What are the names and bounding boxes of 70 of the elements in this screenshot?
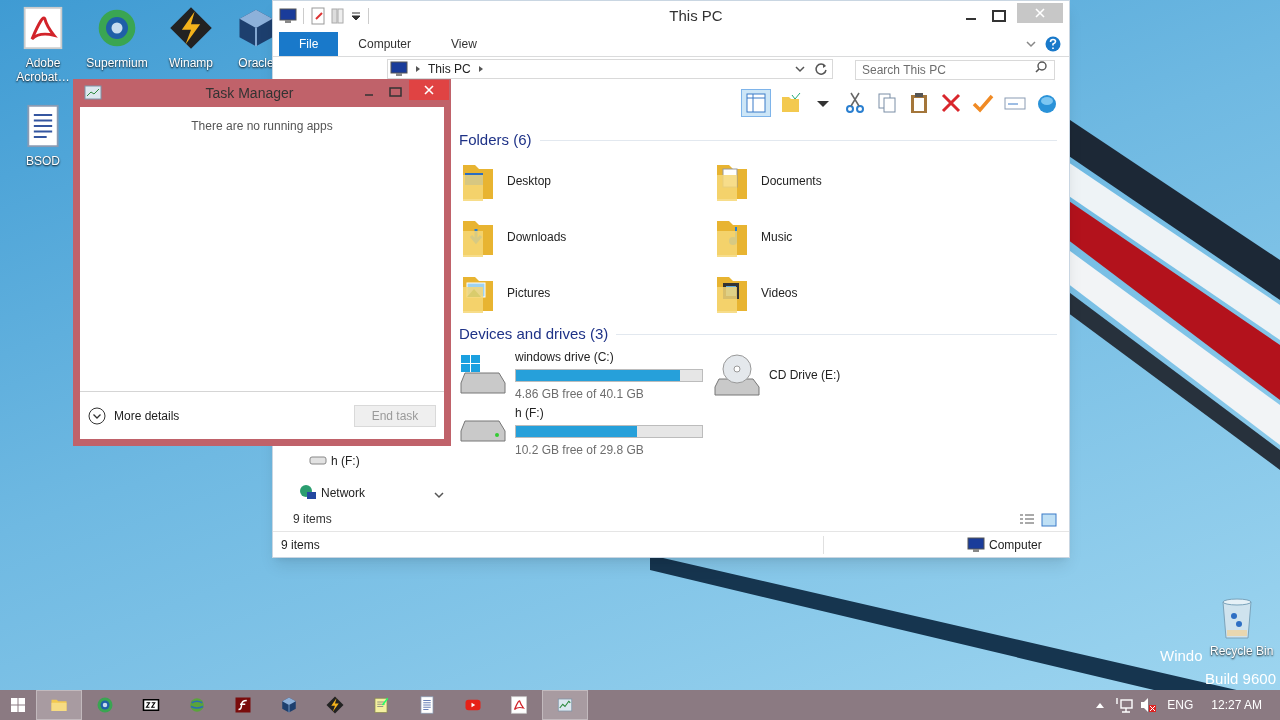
breadcrumb-arrow-icon [414, 65, 422, 73]
computer-icon [279, 8, 297, 24]
details-view-icon[interactable] [1019, 513, 1035, 527]
folder-name[interactable]: Documents [761, 172, 822, 190]
folder-name[interactable]: Pictures [507, 284, 551, 302]
document-icon [418, 696, 436, 714]
os-edition-text: Windo [1160, 647, 1203, 665]
item-count: 9 items [292, 511, 333, 528]
ribbon-tab[interactable]: Computer [338, 31, 432, 56]
window-title: This PC [668, 5, 724, 26]
drive-free-space: 4.86 GB free of 40.1 GB [515, 385, 645, 403]
cube-icon [280, 696, 298, 714]
close-icon [1035, 8, 1045, 18]
drive-name[interactable]: windows drive (C:) [515, 347, 703, 366]
ribbon-tab[interactable]: View [431, 31, 497, 56]
os-build-text: Build 9600 [1205, 670, 1276, 688]
empty-state-message: There are no running apps [191, 118, 333, 133]
folder-name[interactable]: Videos [761, 284, 798, 302]
chart-window-icon [84, 85, 102, 101]
search-field[interactable]: Search This PC [855, 60, 1055, 80]
breadcrumb-arrow-icon [476, 65, 485, 73]
network-icon[interactable] [1115, 696, 1134, 714]
cd-drive-icon [713, 353, 761, 397]
delete-icon[interactable] [939, 91, 963, 115]
scissors-icon[interactable] [843, 91, 867, 115]
windows-logo-icon [11, 698, 25, 712]
network-icon [299, 484, 317, 502]
window-title: Task Manager [204, 83, 295, 103]
address-bar[interactable]: This PC [387, 59, 833, 79]
language-indicator[interactable]: ENG [1167, 696, 1194, 714]
chevron-down-icon[interactable] [794, 63, 806, 75]
globe-icon [96, 696, 114, 714]
zip-icon [142, 696, 160, 714]
chevron-circle-icon [88, 406, 106, 425]
globe-icon [188, 696, 206, 714]
drive-icon [459, 353, 507, 397]
drive-name[interactable]: CD Drive (E:) [769, 366, 841, 384]
chart-window-icon [556, 696, 574, 714]
preview-pane-icon[interactable] [741, 89, 771, 117]
speaker-muted-icon[interactable] [1139, 696, 1158, 714]
nav-item[interactable]: h (F:) [331, 452, 360, 470]
chevron-down-icon[interactable] [433, 489, 445, 501]
status-location: Computer [989, 536, 1043, 554]
flash-icon [234, 696, 252, 714]
computer-icon [967, 536, 985, 553]
group-header[interactable]: Folders (6) [459, 128, 532, 152]
folder-name[interactable]: Music [761, 228, 793, 246]
drive-free-space: 10.2 GB free of 29.8 GB [515, 441, 645, 459]
tray-up-arrow-icon[interactable] [1095, 701, 1106, 709]
folder-name[interactable]: Desktop [507, 172, 552, 190]
nav-item[interactable]: Network [321, 484, 365, 502]
help-icon[interactable] [1045, 35, 1061, 52]
refresh-icon[interactable] [814, 62, 828, 76]
pdf-icon [510, 696, 528, 714]
drive-name[interactable]: h (F:) [515, 403, 703, 422]
close-button[interactable] [409, 80, 449, 100]
search-icon [1035, 61, 1047, 73]
more-details-button[interactable]: More details [88, 406, 180, 425]
close-icon [424, 85, 434, 95]
clock[interactable]: 12:27 AM [1211, 696, 1262, 714]
computer-icon [390, 61, 408, 77]
status-item-count: 9 items [280, 536, 321, 554]
pdf-icon [21, 6, 65, 50]
notepad-icon [372, 696, 390, 714]
breadcrumb-item[interactable]: This PC [428, 60, 471, 78]
group-header[interactable]: Devices and drives (3) [459, 322, 609, 346]
folder-name[interactable]: Downloads [507, 228, 567, 246]
properties-icon[interactable] [310, 7, 326, 25]
drive-icon [459, 420, 507, 442]
dropdown-icon[interactable] [350, 10, 362, 22]
